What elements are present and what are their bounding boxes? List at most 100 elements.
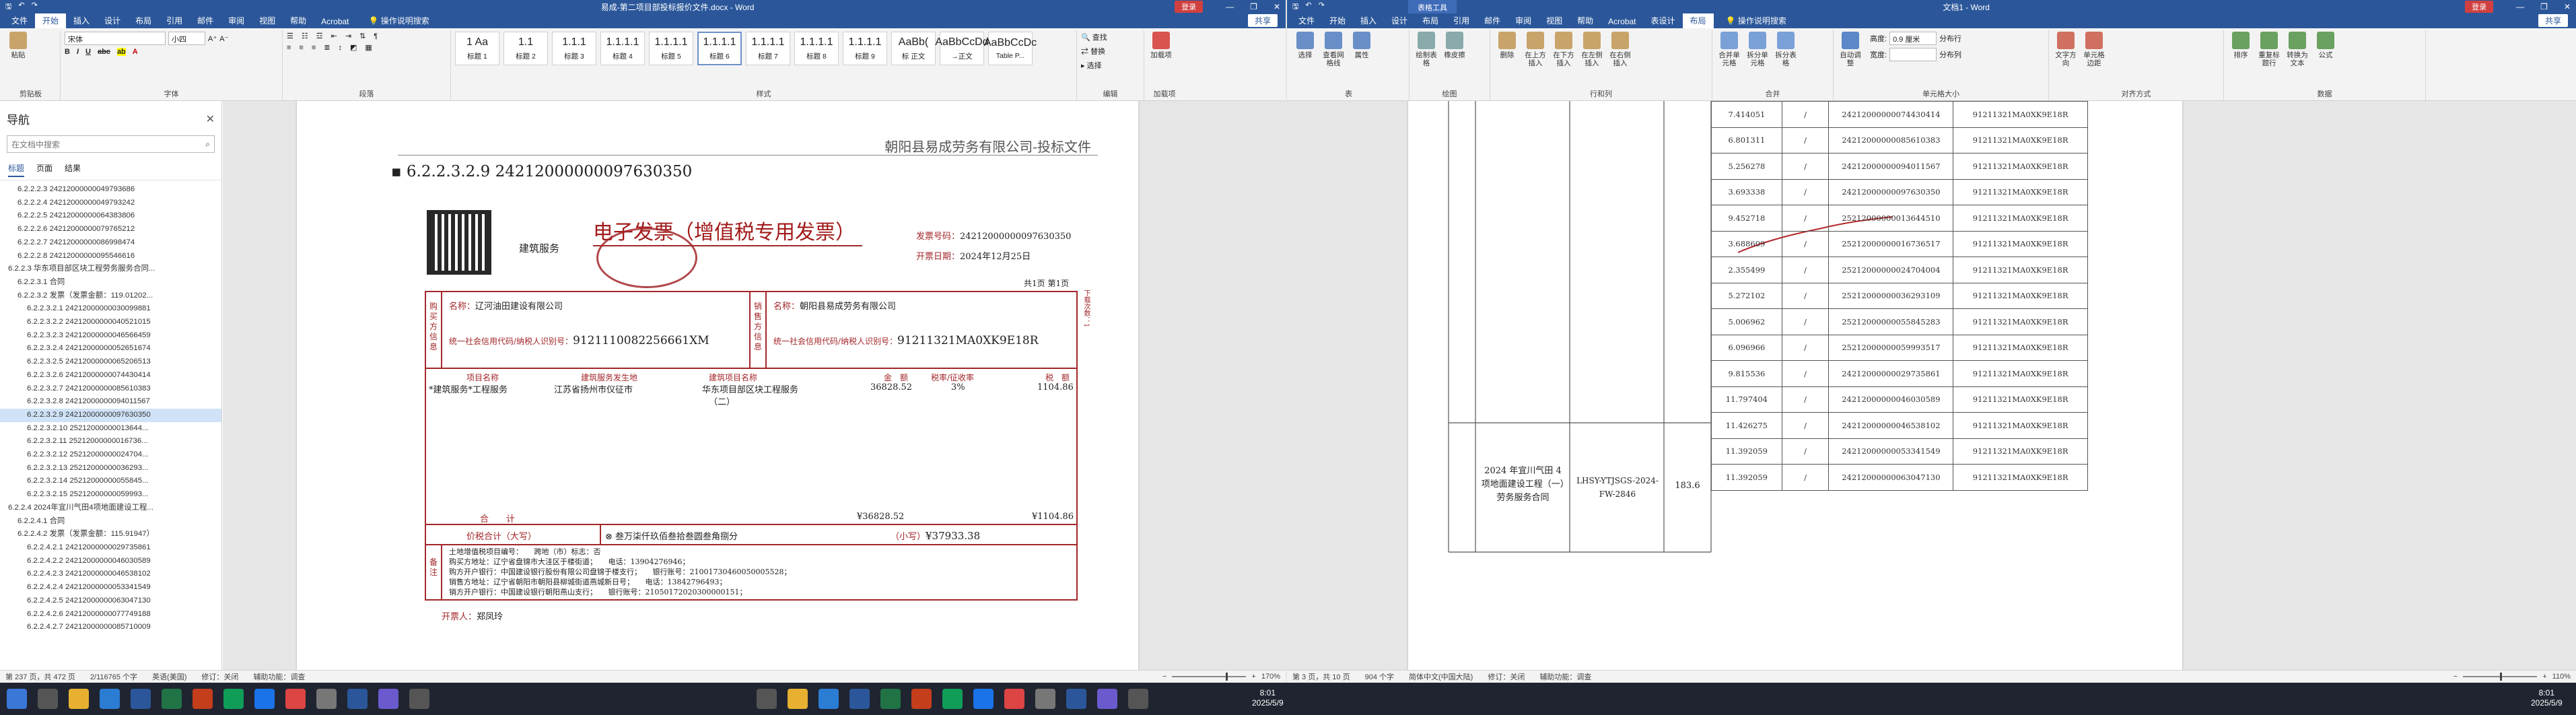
table-cell-amount[interactable]: 2.355499 <box>1711 257 1782 283</box>
ribbon-tab[interactable]: 表设计 <box>1644 13 1683 28</box>
grow-font-icon[interactable]: A⁺ <box>208 34 217 43</box>
table-cell-tax[interactable]: 91211321MA0XK9E18R <box>1953 386 2088 413</box>
font-name-select[interactable]: 宋体 <box>65 32 166 45</box>
ribbon-tab[interactable]: 插入 <box>66 13 97 28</box>
table-cell-amount[interactable]: 9.815536 <box>1711 360 1782 387</box>
table-cell-amount[interactable]: 11.797404 <box>1711 386 1782 413</box>
font-color-icon[interactable]: A <box>133 48 138 56</box>
redo-icon[interactable]: ↷ <box>1319 1 1325 13</box>
nav-heading-item[interactable]: 6.2.2.4.2.5 24212000000063047130 <box>0 594 221 608</box>
style-gallery-item[interactable]: 1.1.1.1 标题 8 <box>794 32 839 65</box>
minimize-icon[interactable]: — <box>2516 2 2524 11</box>
minimize-icon[interactable]: — <box>1226 2 1234 11</box>
ribbon-tab[interactable]: 文件 <box>1291 13 1322 28</box>
ribbon-tab[interactable]: 邮件 <box>1477 13 1508 28</box>
table-cell-invoice[interactable]: 24212000000046030589 <box>1828 386 1954 413</box>
nav-heading-item[interactable]: 6.2.2.3.2.6 24212000000074430414 <box>0 369 221 382</box>
undo-icon[interactable]: ↶ <box>1305 1 1311 13</box>
ribbon-tab[interactable]: 审阅 <box>1508 13 1539 28</box>
table-cell-mark[interactable]: / <box>1781 308 1830 335</box>
nav-heading-item[interactable]: 6.2.2.4.2.7 24212000000085710009 <box>0 621 221 634</box>
zoom-in-icon[interactable]: + <box>1251 673 1255 681</box>
nav-heading-item[interactable]: 6.2.2.3.2.7 24212000000085610383 <box>0 382 221 396</box>
table-cell-tax[interactable]: 91211321MA0XK9E18R <box>1953 178 2088 205</box>
table-cell-tax[interactable]: 91211321MA0XK9E18R <box>1953 438 2088 465</box>
clock[interactable]: 8:01 2025/5/9 <box>1252 688 1284 708</box>
ribbon-tab[interactable]: 插入 <box>1353 13 1384 28</box>
nav-heading-item[interactable]: 6.2.2.2.6 24212000000079765212 <box>0 223 221 236</box>
table-cell-amount[interactable]: 9.452718 <box>1711 205 1782 232</box>
taskbar-app-icon[interactable] <box>254 689 275 709</box>
ribbon-tab[interactable]: 帮助 <box>283 13 314 28</box>
word-count[interactable]: 2/116765 个字 <box>90 671 137 682</box>
underline-icon[interactable]: U <box>85 48 91 56</box>
table-cell-amount[interactable]: 5.272102 <box>1711 282 1782 309</box>
nav-tab-pages[interactable]: 页面 <box>36 162 53 177</box>
table-cell-invoice[interactable]: 24212000000046538102 <box>1828 412 1954 439</box>
style-gallery-item[interactable]: 1 Aa 标题 1 <box>455 32 499 65</box>
zoom-level[interactable]: 170% <box>1261 673 1280 681</box>
nav-heading-item[interactable]: 6.2.2.3.2 发票（发票金额：119.01202... <box>0 290 221 303</box>
zoom-slider[interactable] <box>1172 673 1247 681</box>
table-cell-tax[interactable]: 91211321MA0XK9E18R <box>1953 360 2088 387</box>
nav-heading-item[interactable]: 6.2.2.4.1 合同 <box>0 515 221 529</box>
track-changes[interactable]: 修订：关闭 <box>1488 671 1525 682</box>
ribbon-tab[interactable]: Acrobat <box>1601 15 1643 28</box>
nav-heading-item[interactable]: 6.2.2.3.2.2 24212000000040521015 <box>0 316 221 329</box>
taskbar-app-icon[interactable] <box>819 689 839 709</box>
table-cell-amount[interactable]: 5.256278 <box>1711 153 1782 180</box>
taskbar-app-icon[interactable] <box>788 689 808 709</box>
taskbar-app-icon[interactable] <box>1035 689 1055 709</box>
table-cell-mark[interactable]: / <box>1781 438 1830 465</box>
nav-tab-results[interactable]: 结果 <box>65 162 81 177</box>
taskbar-app-icon[interactable] <box>162 689 182 709</box>
line-spacing-icon[interactable]: ↕ <box>338 44 342 52</box>
start-icon[interactable] <box>7 689 27 709</box>
accessibility[interactable]: 辅助功能：调查 <box>253 671 305 682</box>
nav-heading-item[interactable]: 6.2.2.2.4 24212000000049793242 <box>0 197 221 210</box>
taskbar-app-icon[interactable] <box>285 689 306 709</box>
table-cell-tax[interactable]: 91211321MA0XK9E18R <box>1953 230 2088 257</box>
nav-tab-headings[interactable]: 标题 <box>8 162 25 177</box>
taskbar-app-icon[interactable] <box>316 689 337 709</box>
nav-heading-item[interactable]: 6.2.2.3.2.5 24212000000065206513 <box>0 355 221 369</box>
style-gallery-item[interactable]: AaBbCcDd →正文 <box>935 32 989 65</box>
track-changes[interactable]: 修订：关闭 <box>201 671 238 682</box>
taskbar-app-icon[interactable] <box>880 689 901 709</box>
italic-icon[interactable]: I <box>77 48 79 56</box>
table-cell-tax[interactable]: 91211321MA0XK9E18R <box>1953 412 2088 439</box>
table-cell-invoice[interactable]: 24212000000053341549 <box>1828 438 1954 465</box>
nav-heading-item[interactable]: 6.2.2.3.2.13 25212000000036293... <box>0 462 221 475</box>
table-cell-invoice[interactable]: 25212000000013644510 <box>1828 205 1954 232</box>
nav-heading-item[interactable]: 6.2.2.3.2.3 24212000000046566459 <box>0 329 221 343</box>
taskbar-app-icon[interactable] <box>38 689 58 709</box>
find-button[interactable]: 🔍 查找 <box>1081 32 1140 42</box>
table-cell-invoice[interactable]: 25212000000036293109 <box>1828 282 1954 309</box>
distribute-rows-button[interactable]: 分布行 <box>1939 33 1961 44</box>
table-cell-tax[interactable]: 91211321MA0XK9E18R <box>1953 127 2088 154</box>
taskbar-app-icon[interactable] <box>1097 689 1117 709</box>
ribbon-tab[interactable]: 审阅 <box>221 13 252 28</box>
zoom-out-icon[interactable]: − <box>1162 673 1167 681</box>
ribbon-tab[interactable]: 布局 <box>128 13 159 28</box>
taskbar-app-icon[interactable] <box>193 689 213 709</box>
ribbon-tab[interactable]: 视图 <box>1539 13 1570 28</box>
taskbar-app-icon[interactable] <box>911 689 932 709</box>
strikethrough-icon[interactable]: abc <box>98 48 110 56</box>
table-cell-mark[interactable]: / <box>1781 127 1830 154</box>
tell-me-search[interactable]: 💡 操作说明搜索 <box>363 13 435 28</box>
share-button[interactable]: 共享 <box>1247 14 1278 27</box>
nav-heading-item[interactable]: 6.2.2.3.2.8 24212000000094011567 <box>0 395 221 409</box>
table-cell-mark[interactable]: / <box>1781 230 1830 257</box>
table-cell-amount[interactable]: 11.392059 <box>1711 464 1782 491</box>
taskbar-app-icon[interactable] <box>347 689 368 709</box>
table-cell-mark[interactable]: / <box>1781 282 1830 309</box>
taskbar-app-icon[interactable] <box>378 689 398 709</box>
nav-heading-item[interactable]: 6.2.2.2.5 24212000000064383806 <box>0 209 221 223</box>
ribbon-tab[interactable]: 设计 <box>1384 13 1415 28</box>
select-button[interactable]: ▸ 选择 <box>1081 60 1140 71</box>
table-cell-tax[interactable]: 91211321MA0XK9E18R <box>1953 153 2088 180</box>
nav-heading-item[interactable]: 6.2.2.4 2024年宜川气田4项地面建设工程... <box>0 502 221 515</box>
nav-heading-item[interactable]: 6.2.2.3.2.12 25212000000024704... <box>0 448 221 462</box>
restore-icon[interactable]: ❐ <box>2540 2 2548 11</box>
